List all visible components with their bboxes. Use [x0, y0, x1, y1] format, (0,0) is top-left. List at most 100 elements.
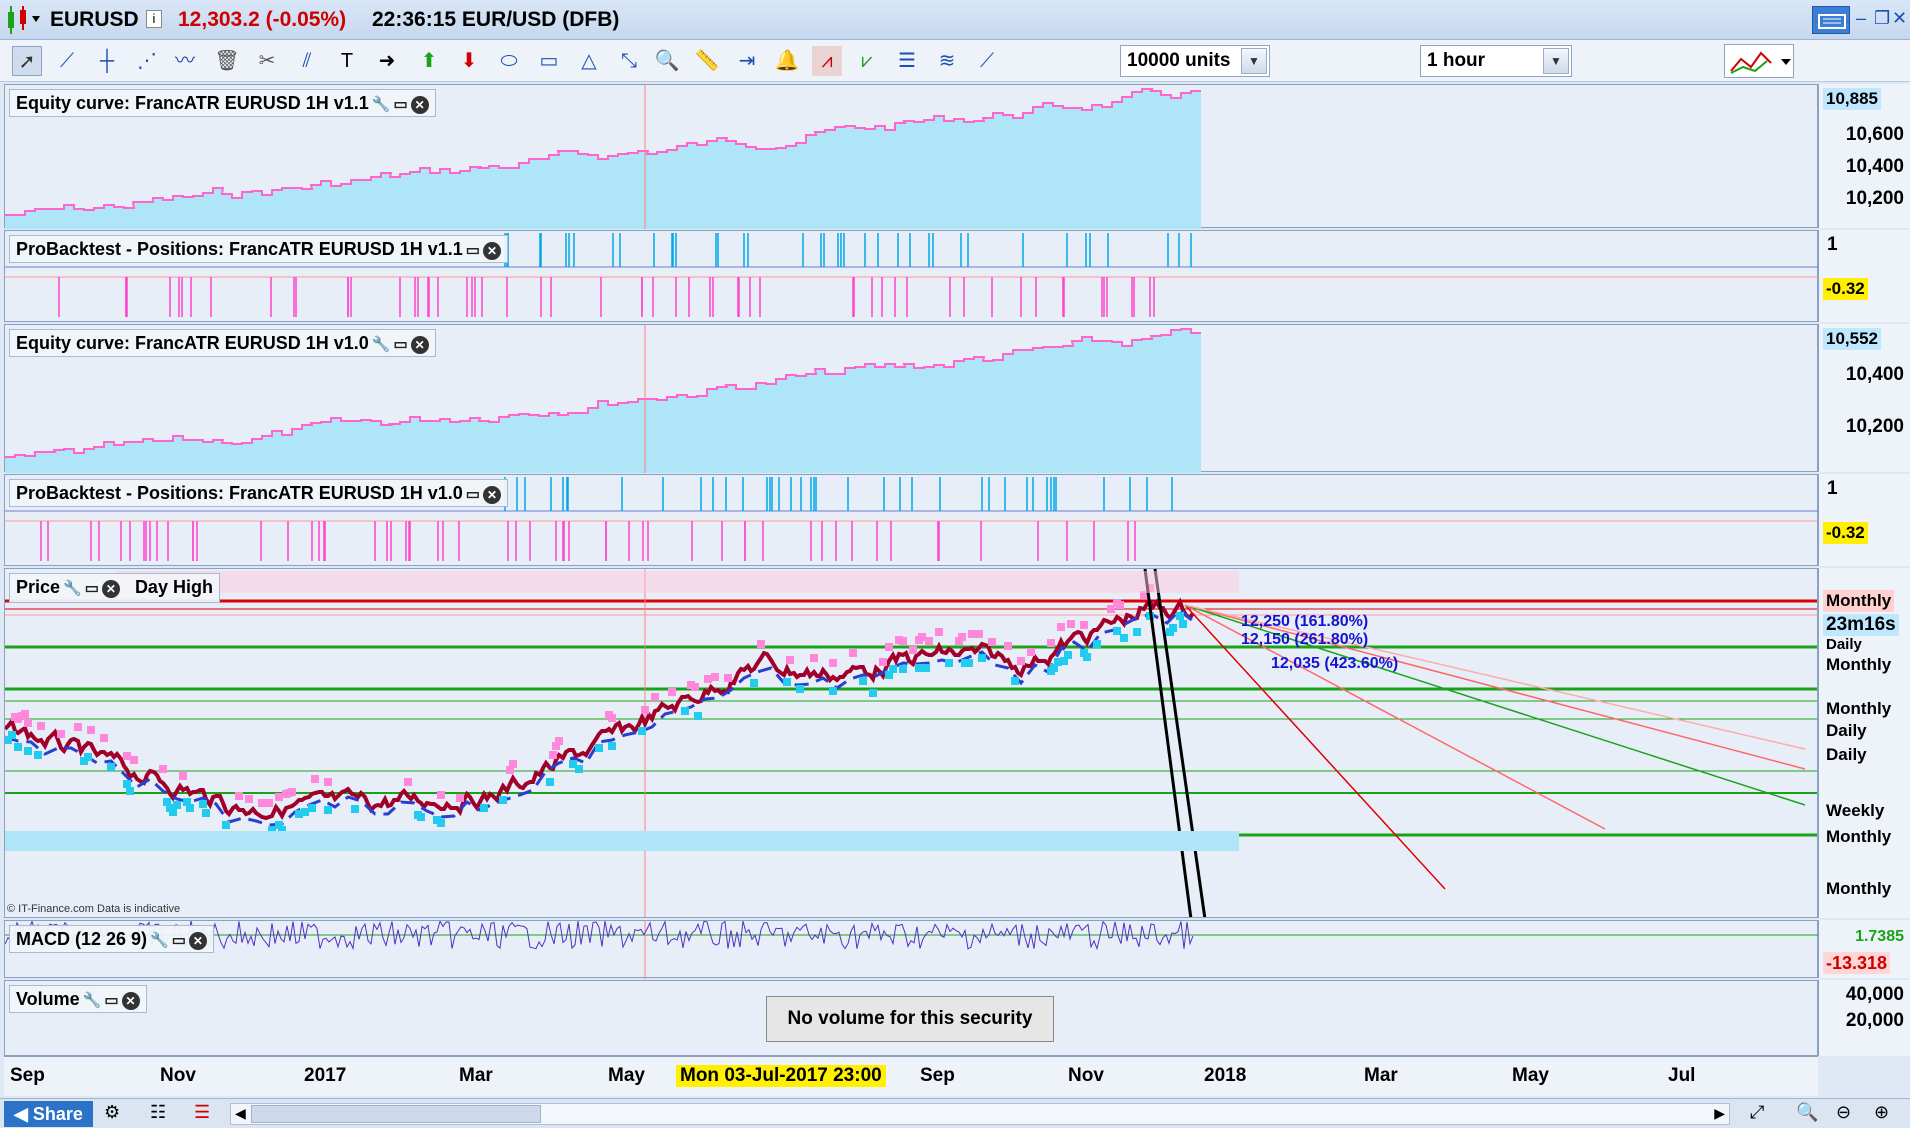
chevron-down-icon[interactable]: ▼ [1543, 48, 1569, 74]
window-icon[interactable]: ▭ [172, 931, 186, 949]
fibonacci-icon[interactable]: ☰ [892, 46, 922, 76]
positions-axis-v11: 1 -0.32 [1818, 230, 1910, 322]
close-panel-icon[interactable]: ✕ [482, 486, 501, 504]
rectangle-icon[interactable]: ▭ [534, 46, 564, 76]
panel-title: Price 🔧 ▭ ✕ Day High [9, 573, 220, 603]
ruler-icon[interactable]: 📏 [692, 46, 722, 76]
pointer-icon[interactable]: ➚ [12, 46, 42, 76]
panel-title-text: ProBacktest - Positions: FrancATR EURUSD… [16, 239, 463, 259]
close-icon[interactable]: ✕ [1892, 8, 1907, 29]
positions-panel-v10[interactable]: ProBacktest - Positions: FrancATR EURUSD… [4, 474, 1819, 566]
panel-title-text: MACD (12 26 9) [16, 929, 148, 949]
zoom-out-icon[interactable]: ⊖ [1836, 1102, 1851, 1123]
sell-arrow-icon[interactable]: ⬇ [454, 46, 484, 76]
keyboard-icon[interactable] [1812, 6, 1850, 34]
signal-icon[interactable]: ⩗ [852, 46, 882, 76]
trendline-icon[interactable]: ⟋ [52, 46, 82, 76]
parallel-lines-icon[interactable]: ⫽ [292, 46, 322, 76]
zigzag-icon[interactable]: 〰 [170, 46, 200, 76]
level-label-monthly: Monthly [1823, 590, 1895, 612]
axis-tick: 10,400 [1845, 156, 1904, 177]
close-panel-icon[interactable]: ✕ [121, 992, 140, 1010]
window-icon[interactable]: ▭ [85, 579, 99, 597]
level-label-daily: Daily [1826, 636, 1862, 653]
cursor-time-label: Mon 03-Jul-2017 23:00 [676, 1065, 886, 1087]
buy-signal-marker [8, 731, 16, 739]
wrench-icon[interactable]: 🔧 [372, 95, 391, 113]
window-icon[interactable]: ▭ [466, 241, 480, 259]
channel-icon[interactable]: ⩘ [812, 46, 842, 76]
time-label: 2018 [1204, 1065, 1247, 1086]
trash-icon[interactable]: 🗑 [212, 46, 242, 76]
share-button[interactable]: ◀ Share [4, 1101, 93, 1127]
triangle-icon[interactable]: △ [574, 46, 604, 76]
scroll-right-icon[interactable]: ▶ [1714, 1105, 1725, 1122]
buy-signal-marker [173, 801, 181, 809]
buy-arrow-icon[interactable]: ⬆ [414, 46, 444, 76]
close-panel-icon[interactable]: ✕ [410, 96, 429, 114]
close-panel-icon[interactable]: ✕ [101, 580, 120, 598]
sell-signal-marker [123, 752, 131, 760]
scroll-left-icon[interactable]: ◀ [235, 1105, 246, 1122]
sell-signal-marker [24, 719, 32, 727]
zoom-icon[interactable]: 🔍 [652, 46, 682, 76]
ellipse-icon[interactable]: ⬭ [494, 46, 524, 76]
window-icon[interactable]: ▭ [393, 95, 407, 113]
value-strip [115, 571, 1239, 593]
price-panel[interactable]: Price 🔧 ▭ ✕ Day High 12,250 (161.80%) 12,15… [4, 568, 1818, 918]
close-panel-icon[interactable]: ✕ [410, 336, 429, 354]
wrench-icon[interactable]: 🔧 [372, 335, 391, 353]
chart-type-icon[interactable]: ☰ [194, 1102, 210, 1123]
sell-signal-marker [1067, 620, 1075, 628]
horizontal-scrollbar[interactable]: ◀ ▶ [230, 1103, 1730, 1125]
text-tool-icon[interactable]: T [332, 46, 362, 76]
units-select[interactable]: 10000 units ▼ [1120, 45, 1270, 77]
measure-icon[interactable]: ⤡ [614, 46, 644, 76]
positions-panel-v11[interactable]: ProBacktest - Positions: FrancATR EURUSD… [4, 230, 1819, 322]
clock-time: 22:36:15 EUR/USD (DFB) [372, 8, 620, 31]
wrench-icon[interactable]: 🔧 [83, 991, 102, 1009]
window-icon[interactable]: ▭ [466, 485, 480, 503]
fib-fan-icon[interactable]: ≋ [932, 46, 962, 76]
sell-signal-marker [724, 674, 732, 682]
wrench-icon[interactable]: 🔧 [63, 579, 82, 597]
timeframe-select[interactable]: 1 hour ▼ [1420, 45, 1572, 77]
wrench-icon[interactable]: 🔧 [150, 931, 169, 949]
level-label-monthly: Monthly [1826, 827, 1892, 846]
vertical-line-icon[interactable]: ┼ [92, 46, 122, 76]
scroll-thumb[interactable] [251, 1105, 541, 1123]
candlestick-icon[interactable] [0, 0, 40, 40]
zoom-in-icon[interactable]: ⊕ [1874, 1102, 1889, 1123]
settings-icon[interactable]: ⚙ [104, 1102, 120, 1123]
close-panel-icon[interactable]: ✕ [482, 242, 501, 260]
buy-signal-marker [869, 689, 877, 697]
fan-lines-icon[interactable]: ⋰ [132, 46, 162, 76]
alert-bell-icon[interactable]: 🔔 [772, 46, 802, 76]
symbol-name[interactable]: EURUSD [50, 8, 139, 32]
equity-panel-v11[interactable]: Equity curve: FrancATR EURUSD 1H v1.1 🔧 ▭ ✕ [4, 84, 1818, 229]
price-axis: Monthly 23m16s Daily Monthly Monthly Dai… [1818, 568, 1910, 918]
window-icon[interactable]: ▭ [104, 991, 118, 1009]
close-panel-icon[interactable]: ✕ [188, 932, 207, 950]
window-icon[interactable]: ▭ [393, 335, 407, 353]
buy-signal-marker [1113, 627, 1121, 635]
buy-signal-marker [1133, 628, 1141, 636]
trend-angle-icon[interactable]: ⟋ [972, 46, 1002, 76]
indicators-icon[interactable] [1724, 44, 1794, 78]
info-icon[interactable]: i [146, 10, 162, 28]
list-icon[interactable]: ☷ [150, 1102, 166, 1123]
sell-signal-marker [549, 751, 557, 759]
restore-icon[interactable]: ❐ [1874, 8, 1890, 29]
arrow-right-icon[interactable]: ➜ [372, 46, 402, 76]
buy-signal-marker [1047, 667, 1055, 675]
buy-signal-marker [783, 678, 791, 686]
macd-panel[interactable]: MACD (12 26 9) 🔧 ▭ ✕ [4, 920, 1819, 979]
horizontal-ray-icon[interactable]: ⇥ [732, 46, 762, 76]
equity-panel-v10[interactable]: Equity curve: FrancATR EURUSD 1H v1.0 🔧 ▭ ✕ [4, 324, 1818, 473]
minimize-icon[interactable]: – [1856, 8, 1866, 29]
zoom-fit-icon[interactable]: 🔍 [1796, 1102, 1818, 1123]
buy-signal-marker [1179, 620, 1187, 628]
zoom-tool-icon[interactable]: ⤢ [1750, 1102, 1764, 1123]
chevron-down-icon[interactable]: ▼ [1241, 48, 1267, 74]
tools-icon[interactable]: ✂ [252, 46, 282, 76]
